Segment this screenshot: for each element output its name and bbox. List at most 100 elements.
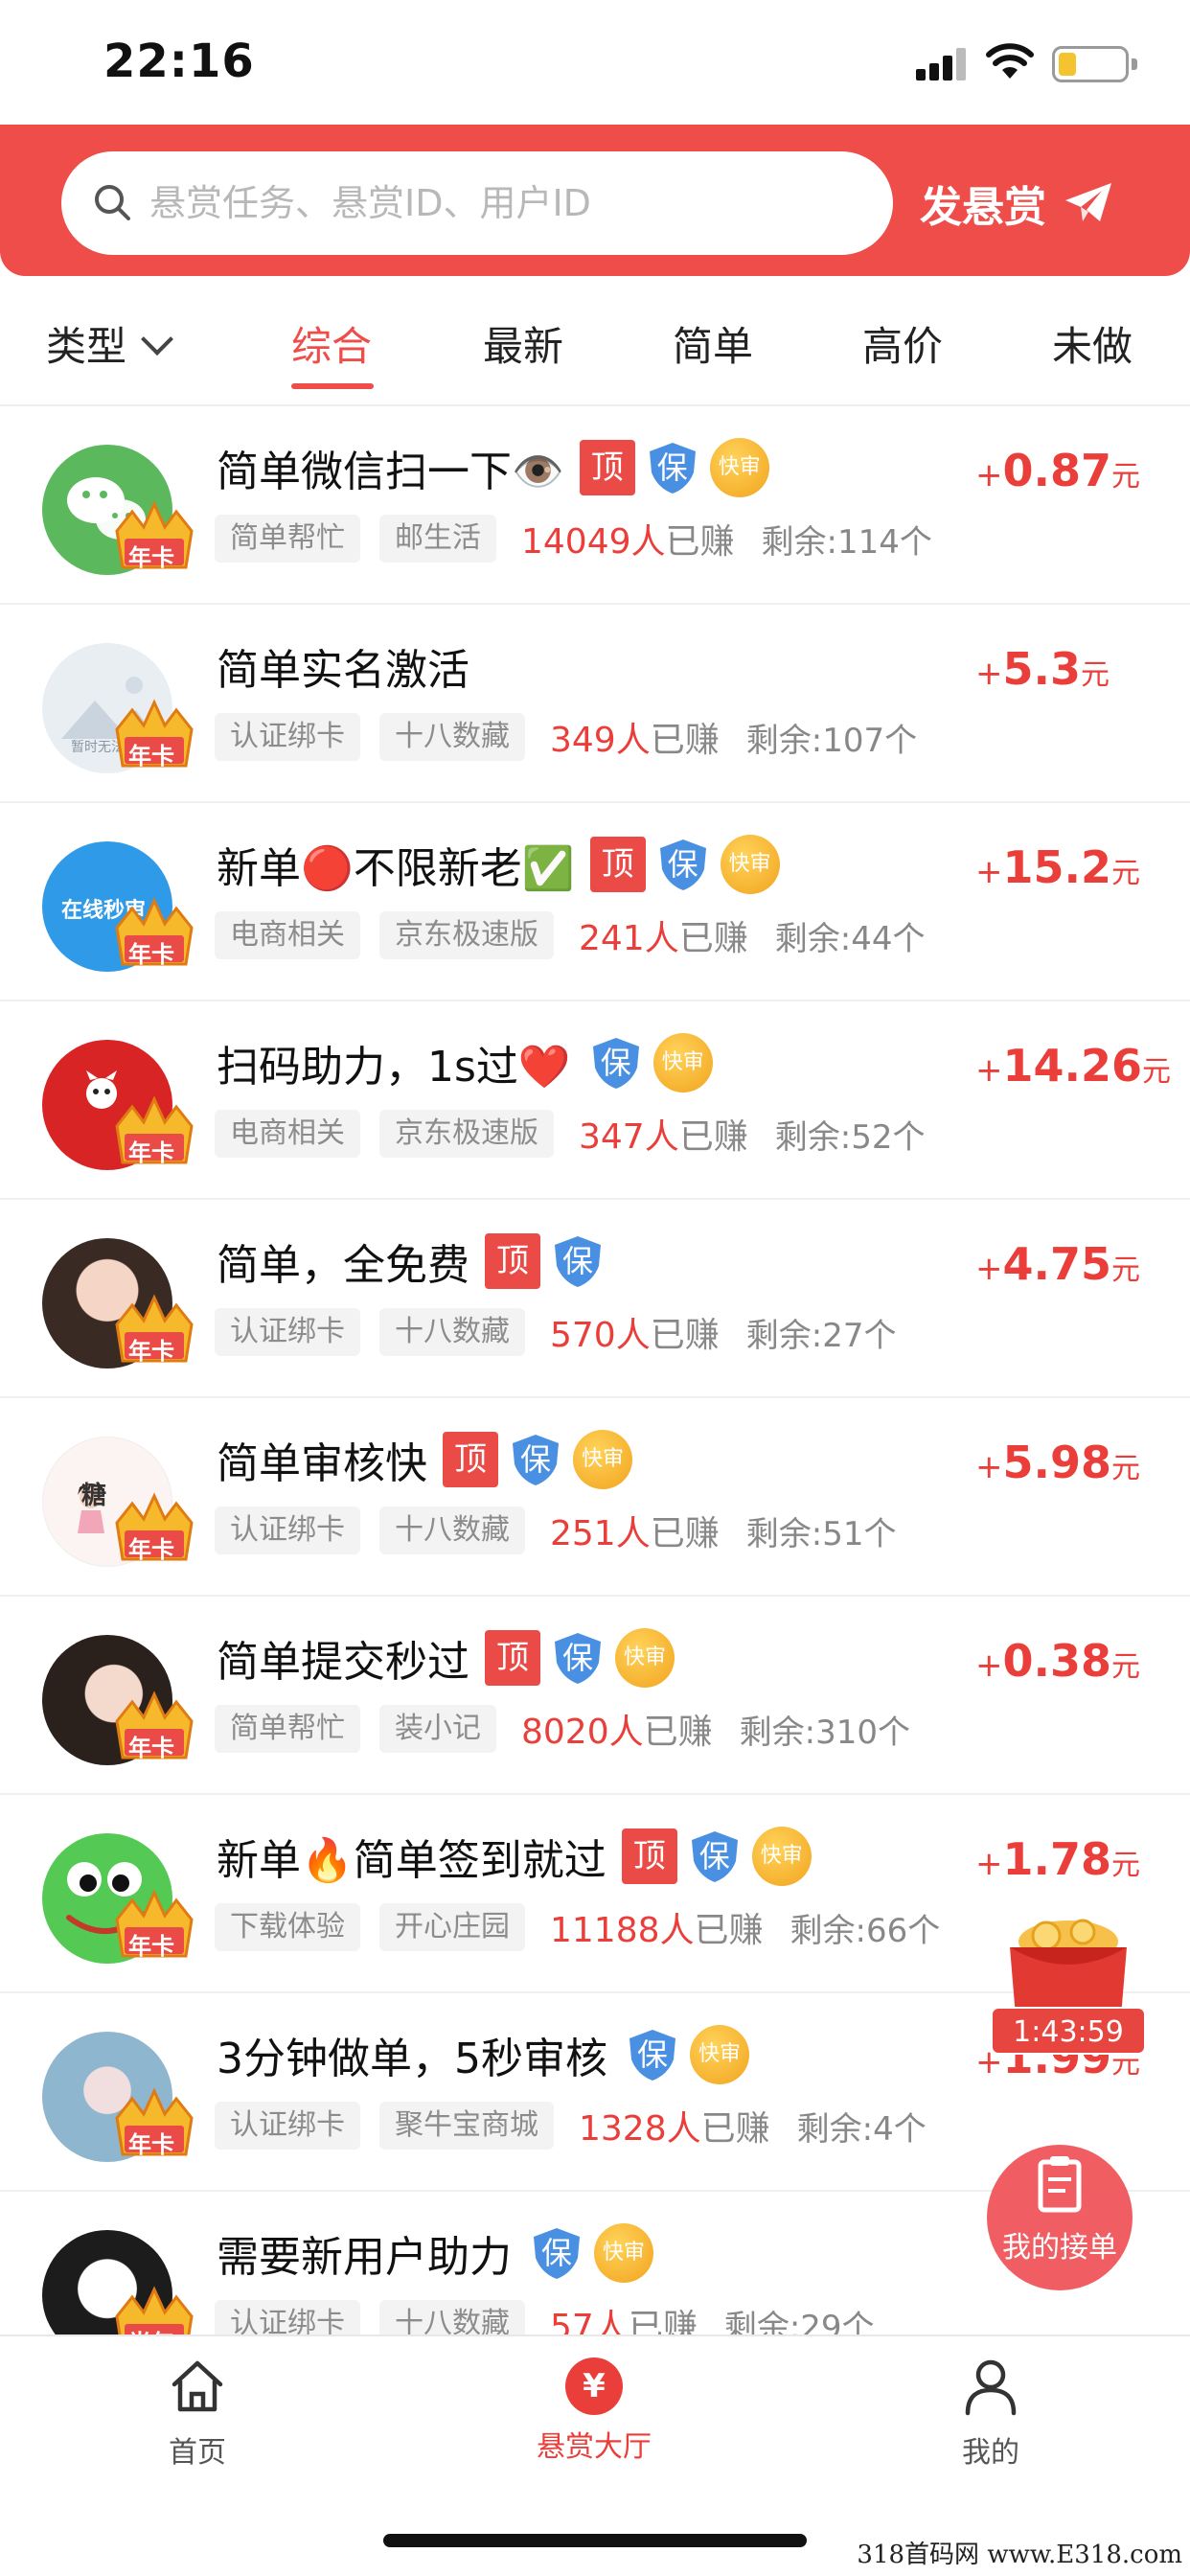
fast-review-badge: 快审: [594, 2223, 653, 2283]
task-title: 新单🔥简单签到就过: [217, 1836, 606, 1885]
guarantee-badge: 保: [645, 440, 700, 495]
task-row[interactable]: 年卡 简单，全免费 顶 保 认证绑卡 十八数藏 570人已赚 剩余:27个 +4…: [0, 1200, 1190, 1398]
crown-badge-label: 年卡: [128, 1139, 174, 1166]
earned-count: 251人已赚: [550, 1514, 720, 1553]
task-title-row: 简单微信扫一下👁️ 顶 保 快审: [217, 437, 769, 498]
task-meta: 简单帮忙 邮生活 14049人已赚 剩余:114个: [215, 514, 932, 564]
bottom-nav: 首页 ¥ 悬赏大厅 我的 318首码网 www.E318.com: [0, 2334, 1190, 2576]
task-row[interactable]: 糖 年卡 简单审核快 顶 保 快审 认证绑卡 十八数藏 251人已赚 剩余:51…: [0, 1398, 1190, 1597]
task-title-row: 简单提交秒过 顶 保 快审: [217, 1627, 675, 1689]
remaining-count: 剩余:66个: [790, 1911, 941, 1950]
countdown-timer: 1:43:59: [991, 2007, 1146, 2055]
task-row[interactable]: 在线秒审 年卡 新单🔴不限新老✅ 顶 保 快审 电商相关 京东极速版 241人已…: [0, 803, 1190, 1001]
task-row[interactable]: 年卡 简单微信扫一下👁️ 顶 保 快审 简单帮忙 邮生活 14049人已赚 剩余…: [0, 406, 1190, 605]
task-row[interactable]: 暂时无法 年卡 简单实名激活 认证绑卡 十八数藏 349人已赚 剩余:107个 …: [0, 605, 1190, 803]
task-meta: 认证绑卡 十八数藏 57人已赚 剩余:29个: [215, 2299, 875, 2334]
search-bar[interactable]: [61, 151, 893, 255]
crown-badge-label: 年卡: [128, 941, 174, 968]
crown-badge: 年卡: [111, 1093, 197, 1168]
earned-count: 241人已赚: [579, 919, 748, 958]
earned-count: 14049人已赚: [521, 522, 735, 562]
post-reward-button[interactable]: 发悬赏: [920, 151, 1169, 255]
post-reward-label: 发悬赏: [920, 183, 1046, 232]
reward-price: +0.38元: [975, 1635, 1140, 1687]
app-tag: 京东极速版: [379, 1110, 554, 1158]
crown-badge: 半年: [111, 2284, 197, 2334]
earned-count: 570人已赚: [550, 1316, 720, 1355]
type-dropdown[interactable]: 类型: [46, 314, 173, 373]
yen-icon: ¥: [565, 2358, 623, 2415]
earned-count: 347人已赚: [579, 1117, 748, 1157]
task-title-row: 需要新用户助力 保 快审: [217, 2222, 653, 2284]
task-title: 需要新用户助力: [217, 2233, 512, 2282]
app-tag: 十八数藏: [379, 1308, 525, 1356]
reward-price: +4.75元: [975, 1238, 1140, 1290]
category-tag: 简单帮忙: [215, 515, 360, 563]
tab-high-price[interactable]: 高价: [862, 314, 943, 373]
app-tag: 聚牛宝商城: [379, 2102, 554, 2150]
nav-profile[interactable]: 我的: [895, 2356, 1087, 2471]
guarantee-badge: 保: [550, 1630, 606, 1686]
home-icon: [172, 2360, 223, 2412]
category-tag: 电商相关: [215, 911, 360, 959]
my-orders-label: 我的接单: [1002, 2231, 1117, 2265]
app-tag: 邮生活: [379, 515, 496, 563]
guarantee-badge: 保: [550, 1233, 606, 1289]
task-title: 扫码助力，1s过❤️: [217, 1043, 571, 1092]
task-title-row: 新单🔴不限新老✅ 顶 保 快审: [217, 834, 780, 895]
crown-badge: 年卡: [111, 697, 197, 771]
task-title-row: 简单实名激活: [217, 635, 469, 697]
crown-badge-label: 半年: [128, 2324, 174, 2334]
crown-badge-label: 年卡: [128, 1933, 174, 1960]
nav-reward-hall-label: 悬赏大厅: [537, 2430, 652, 2464]
type-dropdown-label: 类型: [46, 323, 127, 370]
crown-badge-label: 年卡: [128, 1735, 174, 1761]
pin-badge: 顶: [621, 1828, 677, 1884]
guarantee-badge: 保: [588, 1035, 644, 1091]
crown-badge-label: 年卡: [128, 1536, 174, 1563]
reward-price: +15.2元: [975, 841, 1140, 893]
nav-reward-hall[interactable]: ¥ 悬赏大厅: [498, 2356, 690, 2465]
crown-badge: 年卡: [111, 498, 197, 573]
crown-badge-label: 年卡: [128, 544, 174, 571]
tab-latest[interactable]: 最新: [483, 314, 563, 373]
task-row[interactable]: 年卡 扫码助力，1s过❤️ 保 快审 电商相关 京东极速版 347人已赚 剩余:…: [0, 1001, 1190, 1200]
fast-review-badge: 快审: [751, 1827, 812, 1886]
task-title: 简单提交秒过: [217, 1638, 469, 1687]
tab-simple[interactable]: 简单: [673, 314, 753, 373]
category-tag: 认证绑卡: [215, 2102, 360, 2150]
task-meta: 认证绑卡 聚牛宝商城 1328人已赚 剩余:4个: [215, 2101, 927, 2150]
home-indicator: [383, 2534, 807, 2547]
task-meta: 认证绑卡 十八数藏 570人已赚 剩余:27个: [215, 1307, 896, 1357]
app-tag: 开心庄园: [379, 1903, 525, 1951]
crown-badge: 年卡: [111, 2085, 197, 2160]
app-tag: 装小记: [379, 1705, 496, 1753]
task-title: 简单审核快: [217, 1439, 427, 1488]
crown-badge: 年卡: [111, 1490, 197, 1565]
battery-icon: [1052, 46, 1137, 82]
reward-price: +1.78元: [975, 1833, 1140, 1885]
search-input[interactable]: [149, 151, 858, 255]
remaining-count: 剩余:44个: [774, 919, 926, 958]
guarantee-badge: 保: [508, 1432, 563, 1487]
task-title: 新单🔴不限新老✅: [217, 844, 575, 893]
nav-home[interactable]: 首页: [102, 2356, 293, 2471]
tab-comprehensive[interactable]: 综合: [291, 314, 372, 373]
crown-badge-label: 年卡: [128, 2131, 174, 2158]
category-tag: 认证绑卡: [215, 2300, 360, 2334]
task-row[interactable]: 年卡 简单提交秒过 顶 保 快审 简单帮忙 装小记 8020人已赚 剩余:310…: [0, 1597, 1190, 1795]
active-tab-indicator: [291, 383, 374, 389]
guarantee-badge: 保: [687, 1828, 743, 1884]
fast-review-badge: 快审: [615, 1628, 675, 1688]
category-tag: 简单帮忙: [215, 1705, 360, 1753]
fast-review-badge: 快审: [573, 1430, 632, 1489]
app-tag: 十八数藏: [379, 1506, 525, 1554]
nav-profile-label: 我的: [962, 2436, 1019, 2470]
task-title-row: 新单🔥简单签到就过 顶 保 快审: [217, 1826, 812, 1887]
task-meta: 下载体验 开心庄园 11188人已赚 剩余:66个: [215, 1902, 940, 1952]
remaining-count: 剩余:114个: [761, 522, 932, 562]
tab-not-done[interactable]: 未做: [1052, 314, 1133, 373]
fast-review-badge: 快审: [709, 438, 769, 497]
watermark: 318首码网 www.E318.com: [857, 2541, 1182, 2569]
my-orders-button[interactable]: 我的接单: [987, 2145, 1133, 2290]
